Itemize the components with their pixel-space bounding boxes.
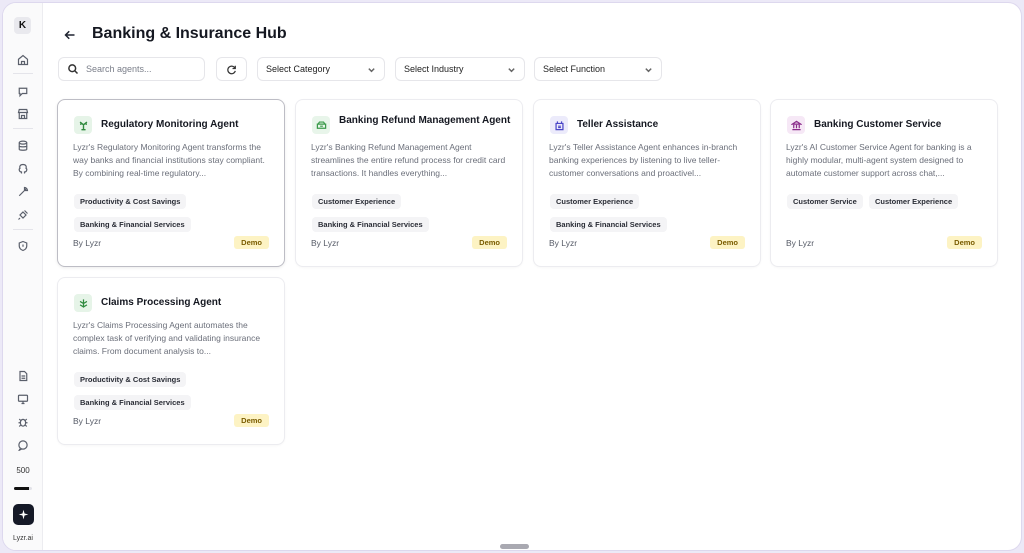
function-select-label: Select Function (543, 64, 606, 74)
store-icon[interactable] (15, 106, 30, 121)
search-input[interactable] (86, 64, 196, 74)
scroll-handle[interactable] (500, 544, 529, 549)
tag: Customer Experience (869, 194, 959, 209)
category-select[interactable]: Select Category (257, 57, 385, 81)
page-title: Banking & Insurance Hub (92, 25, 287, 42)
agent-title: Claims Processing Agent (101, 297, 222, 308)
function-select[interactable]: Select Function (534, 57, 662, 81)
agent-author: By Lyzr (786, 238, 815, 248)
home-icon[interactable] (15, 52, 30, 67)
refresh-button[interactable] (216, 57, 247, 81)
sidebar: K 500 Lyzr.ai (3, 3, 43, 550)
demo-badge: Demo (710, 236, 745, 249)
agent-author: By Lyzr (549, 238, 578, 248)
app-window: K 500 Lyzr.ai Banking & Insurance Hub Se… (2, 2, 1022, 551)
teller-icon (550, 116, 568, 134)
database-icon[interactable] (15, 138, 30, 153)
category-select-label: Select Category (266, 64, 331, 74)
tag: Banking & Financial Services (74, 395, 191, 410)
agent-card[interactable]: Teller Assistance Lyzr's Teller Assistan… (533, 99, 761, 267)
refresh-icon (227, 65, 236, 74)
document-icon[interactable] (15, 368, 30, 383)
agent-title: Teller Assistance (577, 119, 659, 130)
tag: Productivity & Cost Savings (74, 372, 187, 387)
demo-badge: Demo (947, 236, 982, 249)
agent-card[interactable]: Regulatory Monitoring Agent Lyzr's Regul… (57, 99, 285, 267)
credits-progress (14, 487, 32, 490)
brain-icon[interactable] (15, 161, 30, 176)
agent-title: Regulatory Monitoring Agent (101, 119, 239, 130)
brand-label: Lyzr.ai (13, 535, 33, 542)
demo-badge: Demo (234, 236, 269, 249)
bank-icon (787, 116, 805, 134)
sparkle-button[interactable] (13, 504, 34, 525)
agent-author: By Lyzr (311, 238, 340, 248)
back-button[interactable] (61, 26, 79, 44)
plug-icon[interactable] (15, 207, 30, 222)
chevron-down-icon (645, 67, 652, 72)
agent-description: Lyzr's Claims Processing Agent automates… (73, 320, 261, 356)
bug-icon[interactable] (15, 414, 30, 429)
chevron-down-icon (368, 67, 375, 72)
shield-icon[interactable] (15, 238, 30, 253)
tool-icon[interactable] (15, 184, 30, 199)
agent-author: By Lyzr (73, 238, 102, 248)
agent-card[interactable]: Banking Refund Management Agent Lyzr's B… (295, 99, 523, 267)
agent-description: Lyzr's Banking Refund Management Agent s… (311, 142, 506, 178)
tag: Customer Service (787, 194, 863, 209)
agent-card[interactable]: Claims Processing Agent Lyzr's Claims Pr… (57, 277, 285, 445)
tag: Productivity & Cost Savings (74, 194, 187, 209)
avatar[interactable]: K (14, 17, 31, 34)
agent-card[interactable]: Banking Customer Service Lyzr's AI Custo… (770, 99, 998, 267)
industry-select[interactable]: Select Industry (395, 57, 525, 81)
sidebar-divider (13, 128, 33, 129)
chevron-down-icon (508, 67, 515, 72)
tag: Banking & Financial Services (74, 217, 191, 232)
arrow-left-icon (64, 30, 75, 40)
sidebar-divider (13, 73, 33, 74)
tag: Banking & Financial Services (312, 217, 429, 232)
demo-badge: Demo (234, 414, 269, 427)
tag: Customer Experience (312, 194, 402, 209)
agent-title: Banking Refund Management Agent (339, 115, 511, 126)
monitor-icon[interactable] (15, 391, 30, 406)
search-box[interactable] (58, 57, 205, 81)
agent-author: By Lyzr (73, 416, 102, 426)
credits-count: 500 (16, 466, 30, 475)
industry-select-label: Select Industry (404, 64, 464, 74)
sidebar-divider (13, 229, 33, 230)
message-icon[interactable] (15, 437, 30, 452)
agent-description: Lyzr's Regulatory Monitoring Agent trans… (73, 142, 265, 178)
regulation-icon (74, 116, 92, 134)
refund-icon (312, 116, 330, 134)
claims-icon (74, 294, 92, 312)
tag: Banking & Financial Services (550, 217, 667, 232)
sparkle-icon (18, 509, 29, 520)
credits-progress-fill (14, 487, 30, 490)
agent-description: Lyzr's AI Customer Service Agent for ban… (786, 142, 972, 178)
tag: Customer Experience (550, 194, 640, 209)
agent-description: Lyzr's Teller Assistance Agent enhances … (549, 142, 738, 178)
search-icon (68, 64, 79, 75)
demo-badge: Demo (472, 236, 507, 249)
agent-title: Banking Customer Service (814, 119, 942, 130)
chat-icon[interactable] (15, 84, 30, 99)
